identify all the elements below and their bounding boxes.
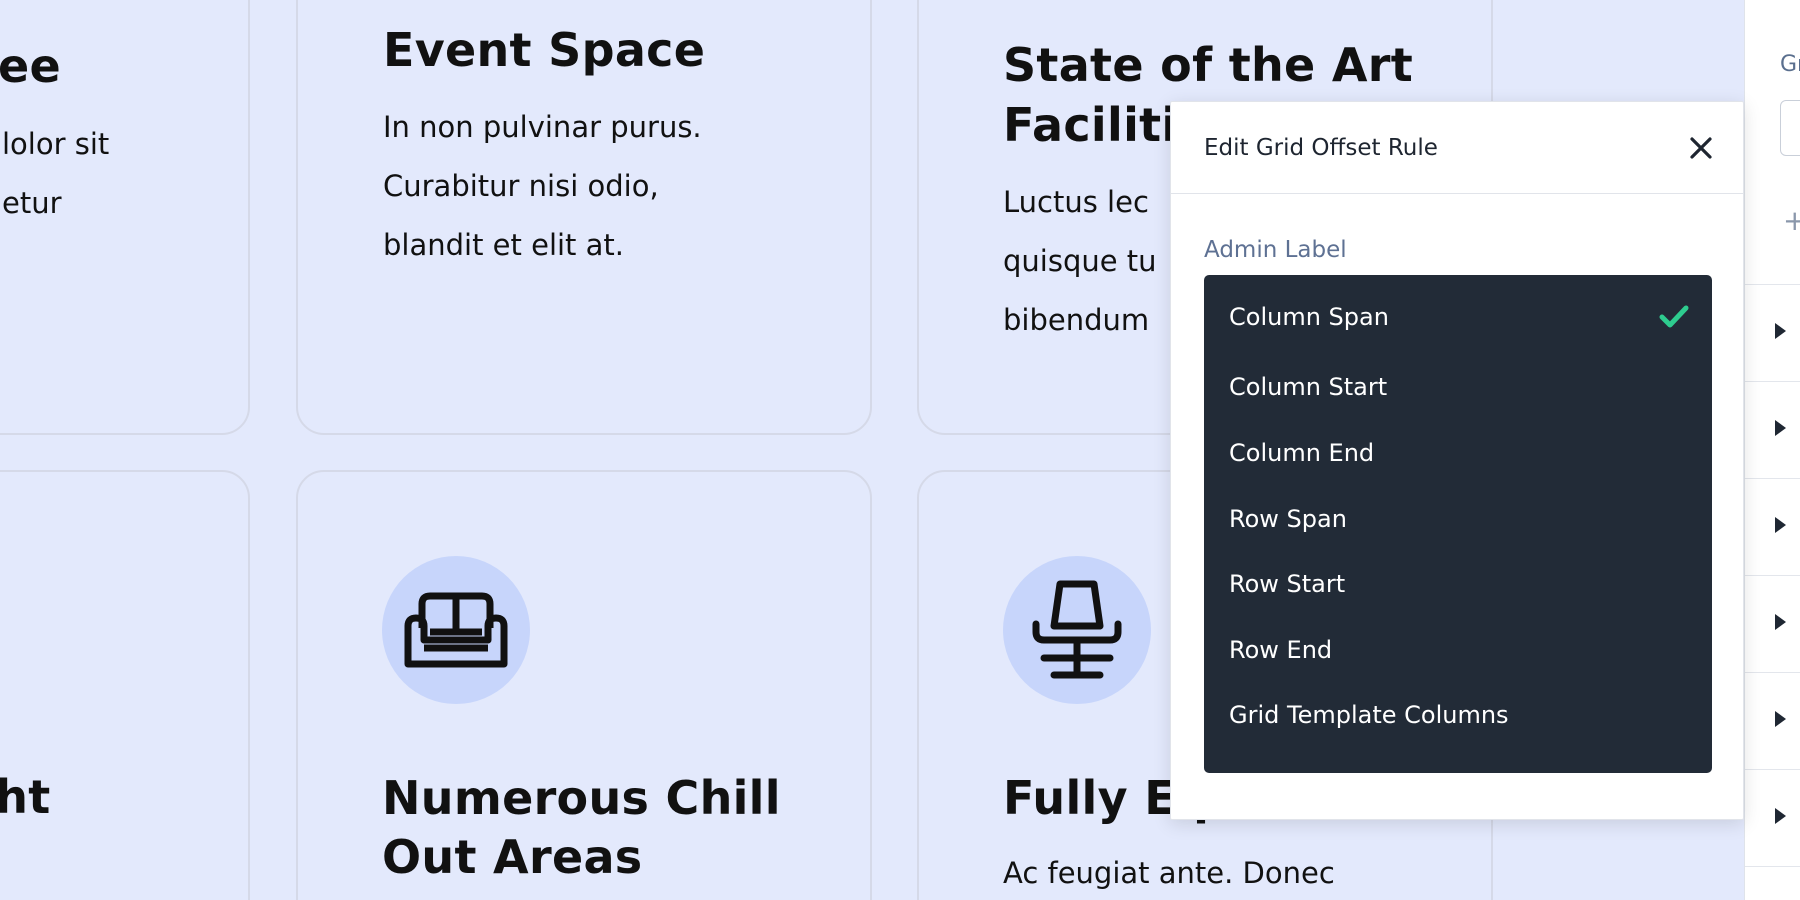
sidebar-toggle-row[interactable] [1745, 769, 1800, 866]
office-chair-icon [1032, 580, 1122, 679]
card-text-line: Luctus lec [1003, 185, 1149, 219]
office-chair-icon [1003, 556, 1151, 704]
rule-type-dropdown[interactable]: Column Span Column Start Column End Row … [1204, 275, 1712, 773]
checkmark-icon [1659, 305, 1689, 328]
dropdown-option-row-span[interactable]: Row Span [1204, 492, 1712, 548]
sidebar-field-label: Gr [1780, 52, 1800, 77]
card-chill-out: Numerous Chill Out Areas [296, 470, 872, 900]
sidebar-toggle-row[interactable] [1745, 381, 1800, 478]
card-title: Faciliti [1003, 98, 1178, 152]
sidebar-toggle-row[interactable] [1745, 672, 1800, 769]
card-text-line: Curabitur nisi odio, [383, 169, 659, 203]
dropdown-option-column-end[interactable]: Column End [1204, 426, 1712, 482]
caret-right-icon [1775, 420, 1786, 436]
sidebar-toggle-row[interactable] [1745, 284, 1800, 381]
caret-right-icon [1775, 808, 1786, 824]
card-text-line: In non pulvinar purus. [383, 110, 702, 144]
dropdown-option-column-span[interactable]: Column Span [1204, 290, 1712, 346]
card-title: ght [0, 770, 51, 824]
card-top-left: ee lolor sit etur [0, 0, 250, 435]
edit-grid-offset-rule-modal: Edit Grid Offset Rule Admin Label Column… [1170, 101, 1744, 820]
card-title: Numerous Chill [382, 771, 781, 825]
card-text-line: Ac feugiat ante. Donec [1003, 856, 1335, 890]
dropdown-option-label: Column Start [1229, 373, 1388, 401]
card-text-line: quisque tu [1003, 244, 1157, 278]
caret-right-icon [1775, 711, 1786, 727]
dropdown-option-label: Column End [1229, 439, 1375, 467]
close-button[interactable] [1681, 128, 1721, 168]
settings-sidebar: Gr + [1744, 0, 1800, 900]
sidebar-divider [1745, 866, 1800, 900]
card-event-space: Event Space In non pulvinar purus. Curab… [296, 0, 872, 435]
dropdown-option-label: Column Span [1229, 303, 1389, 331]
caret-right-icon [1775, 614, 1786, 630]
caret-right-icon [1775, 517, 1786, 533]
modal-header: Edit Grid Offset Rule [1171, 102, 1743, 194]
dropdown-option-row-start[interactable]: Row Start [1204, 557, 1712, 613]
card-title: State of the Art [1003, 38, 1414, 92]
card-title: ee [0, 39, 61, 93]
sidebar-toggle-row[interactable] [1745, 478, 1800, 575]
dropdown-option-row-end[interactable]: Row End [1204, 623, 1712, 679]
dropdown-option-label: Row Start [1229, 570, 1346, 598]
sofa-icon [382, 556, 530, 704]
card-text-line: lolor sit [2, 127, 110, 161]
plus-icon[interactable]: + [1783, 204, 1800, 237]
card-text-line: bibendum [1003, 303, 1150, 337]
card-text-line: etur [2, 186, 62, 220]
dropdown-option-column-start[interactable]: Column Start [1204, 360, 1712, 416]
admin-label-field-label: Admin Label [1204, 237, 1347, 263]
sidebar-input[interactable] [1780, 100, 1800, 156]
card-title: Event Space [383, 23, 706, 77]
card-title: Out Areas [382, 830, 643, 884]
card-bottom-left: ght [0, 470, 250, 900]
modal-title: Edit Grid Offset Rule [1204, 135, 1438, 161]
dropdown-option-label: Row Span [1229, 505, 1347, 533]
sidebar-toggle-row[interactable] [1745, 575, 1800, 672]
sofa-icon [404, 592, 508, 668]
caret-right-icon [1775, 323, 1786, 339]
close-icon [1690, 137, 1712, 159]
dropdown-option-label: Grid Template Columns [1229, 701, 1509, 729]
card-text-line: blandit et elit at. [383, 228, 625, 262]
dropdown-option-label: Row End [1229, 636, 1333, 664]
dropdown-option-grid-template-columns[interactable]: Grid Template Columns [1204, 688, 1712, 744]
